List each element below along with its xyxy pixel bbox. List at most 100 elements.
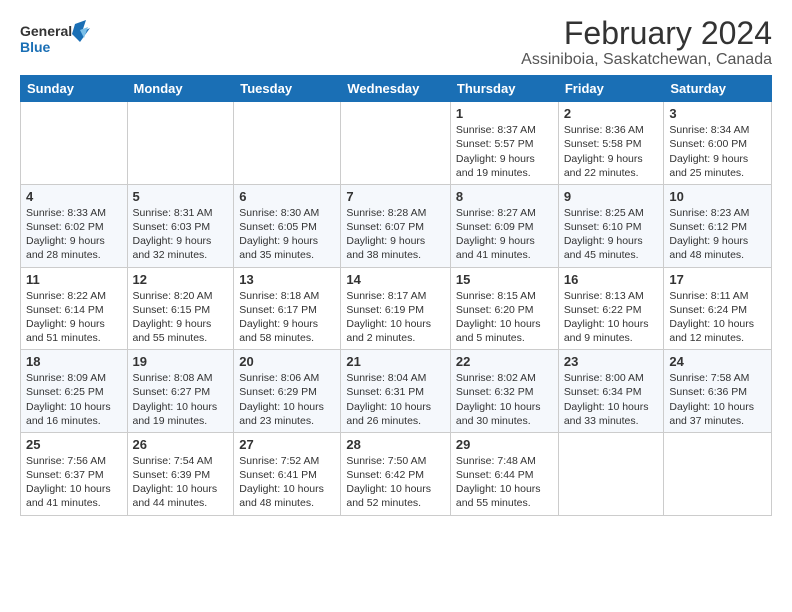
- day-info: Sunrise: 8:30 AM Sunset: 6:05 PM Dayligh…: [239, 206, 335, 263]
- calendar-week-1: 1 Sunrise: 8:37 AM Sunset: 5:57 PM Daylig…: [21, 102, 772, 185]
- day-info: Sunrise: 8:02 AM Sunset: 6:32 PM Dayligh…: [456, 371, 553, 428]
- day-info: Sunrise: 7:56 AM Sunset: 6:37 PM Dayligh…: [26, 454, 122, 511]
- col-header-friday: Friday: [558, 76, 664, 102]
- calendar-cell: 17 Sunrise: 8:11 AM Sunset: 6:24 PM Dayli…: [664, 267, 772, 350]
- day-info: Sunrise: 7:58 AM Sunset: 6:36 PM Dayligh…: [669, 371, 766, 428]
- calendar-cell: 24Sunrise: 7:58 AM Sunset: 6:36 PM Dayli…: [664, 350, 772, 433]
- calendar-cell: 23Sunrise: 8:00 AM Sunset: 6:34 PM Dayli…: [558, 350, 664, 433]
- calendar-cell: 26Sunrise: 7:54 AM Sunset: 6:39 PM Dayli…: [127, 432, 234, 515]
- day-info: Sunrise: 8:25 AM Sunset: 6:10 PM Dayligh…: [564, 206, 659, 263]
- day-info: Sunrise: 8:23 AM Sunset: 6:12 PM Dayligh…: [669, 206, 766, 263]
- day-info: Sunrise: 8:13 AM Sunset: 6:22 PM Dayligh…: [564, 289, 659, 346]
- day-info: Sunrise: 8:36 AM Sunset: 5:58 PM Dayligh…: [564, 123, 659, 180]
- calendar-week-5: 25Sunrise: 7:56 AM Sunset: 6:37 PM Dayli…: [21, 432, 772, 515]
- col-header-wednesday: Wednesday: [341, 76, 451, 102]
- day-number: 23: [564, 354, 659, 369]
- day-number: 7: [346, 189, 445, 204]
- page-title: February 2024: [521, 16, 772, 51]
- calendar-cell: 10 Sunrise: 8:23 AM Sunset: 6:12 PM Dayli…: [664, 184, 772, 267]
- calendar-cell: 27 Sunrise: 7:52 AM Sunset: 6:41 PM Dayli…: [234, 432, 341, 515]
- calendar-cell: 21Sunrise: 8:04 AM Sunset: 6:31 PM Dayli…: [341, 350, 451, 433]
- day-info: Sunrise: 8:31 AM Sunset: 6:03 PM Dayligh…: [133, 206, 229, 263]
- day-number: 15: [456, 272, 553, 287]
- day-info: Sunrise: 7:48 AM Sunset: 6:44 PM Dayligh…: [456, 454, 553, 511]
- calendar-cell: 29 Sunrise: 7:48 AM Sunset: 6:44 PM Dayli…: [450, 432, 558, 515]
- day-number: 9: [564, 189, 659, 204]
- calendar-cell: 12 Sunrise: 8:20 AM Sunset: 6:15 PM Dayli…: [127, 267, 234, 350]
- day-info: Sunrise: 8:15 AM Sunset: 6:20 PM Dayligh…: [456, 289, 553, 346]
- header: General Blue February 2024 Assiniboia, S…: [20, 16, 772, 69]
- svg-text:Blue: Blue: [20, 39, 51, 55]
- calendar-cell: 2 Sunrise: 8:36 AM Sunset: 5:58 PM Daylig…: [558, 102, 664, 185]
- calendar-cell: 1 Sunrise: 8:37 AM Sunset: 5:57 PM Daylig…: [450, 102, 558, 185]
- logo-icon: General Blue: [20, 20, 90, 62]
- day-number: 20: [239, 354, 335, 369]
- day-info: Sunrise: 8:17 AM Sunset: 6:19 PM Dayligh…: [346, 289, 445, 346]
- day-number: 5: [133, 189, 229, 204]
- day-info: Sunrise: 7:54 AM Sunset: 6:39 PM Dayligh…: [133, 454, 229, 511]
- day-number: 28: [346, 437, 445, 452]
- day-info: Sunrise: 8:33 AM Sunset: 6:02 PM Dayligh…: [26, 206, 122, 263]
- calendar-week-2: 4Sunrise: 8:33 AM Sunset: 6:02 PM Daylig…: [21, 184, 772, 267]
- calendar-cell: 6 Sunrise: 8:30 AM Sunset: 6:05 PM Daylig…: [234, 184, 341, 267]
- calendar-week-4: 18Sunrise: 8:09 AM Sunset: 6:25 PM Dayli…: [21, 350, 772, 433]
- calendar-week-3: 11 Sunrise: 8:22 AM Sunset: 6:14 PM Dayli…: [21, 267, 772, 350]
- day-info: Sunrise: 7:50 AM Sunset: 6:42 PM Dayligh…: [346, 454, 445, 511]
- day-number: 2: [564, 106, 659, 121]
- calendar-cell: [664, 432, 772, 515]
- calendar-cell: [127, 102, 234, 185]
- calendar-cell: 5 Sunrise: 8:31 AM Sunset: 6:03 PM Daylig…: [127, 184, 234, 267]
- day-info: Sunrise: 8:04 AM Sunset: 6:31 PM Dayligh…: [346, 371, 445, 428]
- calendar-cell: [558, 432, 664, 515]
- col-header-sunday: Sunday: [21, 76, 128, 102]
- day-info: Sunrise: 8:37 AM Sunset: 5:57 PM Dayligh…: [456, 123, 553, 180]
- calendar-cell: 13Sunrise: 8:18 AM Sunset: 6:17 PM Dayli…: [234, 267, 341, 350]
- day-info: Sunrise: 8:20 AM Sunset: 6:15 PM Dayligh…: [133, 289, 229, 346]
- calendar-cell: [21, 102, 128, 185]
- day-number: 10: [669, 189, 766, 204]
- day-number: 27: [239, 437, 335, 452]
- day-number: 11: [26, 272, 122, 287]
- calendar-cell: 25Sunrise: 7:56 AM Sunset: 6:37 PM Dayli…: [21, 432, 128, 515]
- day-info: Sunrise: 8:18 AM Sunset: 6:17 PM Dayligh…: [239, 289, 335, 346]
- page-subtitle: Assiniboia, Saskatchewan, Canada: [521, 51, 772, 69]
- calendar-cell: 11 Sunrise: 8:22 AM Sunset: 6:14 PM Dayli…: [21, 267, 128, 350]
- title-block: February 2024 Assiniboia, Saskatchewan, …: [521, 16, 772, 69]
- day-info: Sunrise: 8:34 AM Sunset: 6:00 PM Dayligh…: [669, 123, 766, 180]
- calendar-cell: 4Sunrise: 8:33 AM Sunset: 6:02 PM Daylig…: [21, 184, 128, 267]
- calendar-cell: [341, 102, 451, 185]
- day-number: 12: [133, 272, 229, 287]
- calendar-cell: 18Sunrise: 8:09 AM Sunset: 6:25 PM Dayli…: [21, 350, 128, 433]
- calendar-cell: 22 Sunrise: 8:02 AM Sunset: 6:32 PM Dayli…: [450, 350, 558, 433]
- day-info: Sunrise: 8:22 AM Sunset: 6:14 PM Dayligh…: [26, 289, 122, 346]
- calendar-cell: 14Sunrise: 8:17 AM Sunset: 6:19 PM Dayli…: [341, 267, 451, 350]
- calendar-cell: 8 Sunrise: 8:27 AM Sunset: 6:09 PM Daylig…: [450, 184, 558, 267]
- day-number: 19: [133, 354, 229, 369]
- col-header-saturday: Saturday: [664, 76, 772, 102]
- day-number: 22: [456, 354, 553, 369]
- day-info: Sunrise: 8:28 AM Sunset: 6:07 PM Dayligh…: [346, 206, 445, 263]
- svg-text:General: General: [20, 23, 72, 39]
- day-info: Sunrise: 8:27 AM Sunset: 6:09 PM Dayligh…: [456, 206, 553, 263]
- day-number: 3: [669, 106, 766, 121]
- day-number: 16: [564, 272, 659, 287]
- day-number: 17: [669, 272, 766, 287]
- col-header-thursday: Thursday: [450, 76, 558, 102]
- calendar-cell: [234, 102, 341, 185]
- calendar-cell: 7 Sunrise: 8:28 AM Sunset: 6:07 PM Daylig…: [341, 184, 451, 267]
- calendar-cell: 15 Sunrise: 8:15 AM Sunset: 6:20 PM Dayli…: [450, 267, 558, 350]
- day-info: Sunrise: 8:08 AM Sunset: 6:27 PM Dayligh…: [133, 371, 229, 428]
- calendar-cell: 28 Sunrise: 7:50 AM Sunset: 6:42 PM Dayli…: [341, 432, 451, 515]
- calendar-table: SundayMondayTuesdayWednesdayThursdayFrid…: [20, 75, 772, 515]
- calendar-cell: 19 Sunrise: 8:08 AM Sunset: 6:27 PM Dayli…: [127, 350, 234, 433]
- col-header-tuesday: Tuesday: [234, 76, 341, 102]
- day-info: Sunrise: 7:52 AM Sunset: 6:41 PM Dayligh…: [239, 454, 335, 511]
- page: General Blue February 2024 Assiniboia, S…: [0, 0, 792, 612]
- day-number: 6: [239, 189, 335, 204]
- calendar-header-row: SundayMondayTuesdayWednesdayThursdayFrid…: [21, 76, 772, 102]
- day-info: Sunrise: 8:06 AM Sunset: 6:29 PM Dayligh…: [239, 371, 335, 428]
- day-number: 1: [456, 106, 553, 121]
- day-info: Sunrise: 8:11 AM Sunset: 6:24 PM Dayligh…: [669, 289, 766, 346]
- day-number: 29: [456, 437, 553, 452]
- day-number: 8: [456, 189, 553, 204]
